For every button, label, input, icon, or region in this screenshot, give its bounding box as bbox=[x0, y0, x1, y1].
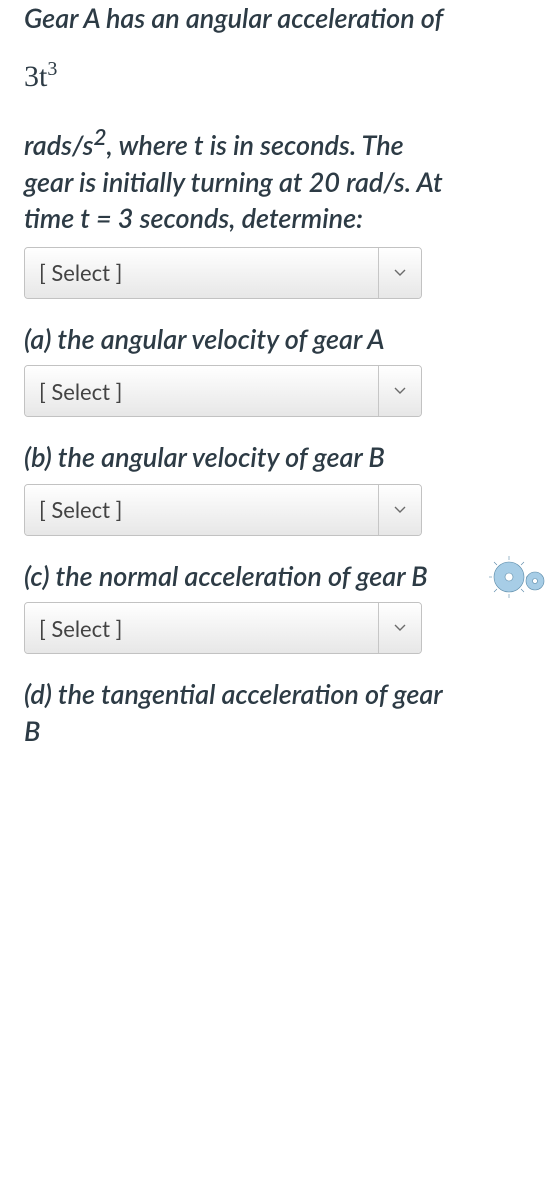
part-b-label: (b) the angular velocity of gear B bbox=[24, 439, 454, 475]
select-wrap-a: [ Select ] bbox=[24, 365, 454, 417]
select-placeholder-b: [ Select ] bbox=[25, 485, 379, 535]
select-wrap-c: [ Select ] bbox=[24, 602, 454, 654]
part-a-label: (a) the angular velocity of gear A bbox=[24, 321, 454, 357]
formula-exponent: 3 bbox=[47, 58, 57, 80]
select-dropdown-a[interactable]: [ Select ] bbox=[24, 365, 422, 417]
part-d-label: (d) the tangential acceleration of gear … bbox=[24, 676, 454, 749]
question-content: Gear A has an angular acceleration of 3t… bbox=[24, 0, 454, 749]
part-c-label: (c) the normal acceleration of gear B bbox=[24, 558, 454, 594]
chevron-down-icon bbox=[379, 603, 421, 653]
gear-diagram-icon bbox=[489, 554, 547, 600]
chevron-down-icon bbox=[379, 485, 421, 535]
formula-base: 3t bbox=[24, 60, 47, 93]
select-placeholder-a: [ Select ] bbox=[25, 366, 379, 416]
select-placeholder-c: [ Select ] bbox=[25, 603, 379, 653]
units-prefix: rads/s bbox=[24, 128, 93, 161]
chevron-down-icon bbox=[379, 366, 421, 416]
chevron-down-icon bbox=[379, 248, 421, 298]
select-placeholder-0: [ Select ] bbox=[25, 248, 379, 298]
select-dropdown-c[interactable]: [ Select ] bbox=[24, 602, 422, 654]
select-dropdown-b[interactable]: [ Select ] bbox=[24, 484, 422, 536]
problem-intro-2: rads/s2, where t is in seconds. The gear… bbox=[24, 122, 454, 236]
units-exponent: 2 bbox=[93, 123, 106, 150]
formula: 3t3 bbox=[24, 62, 454, 92]
problem-intro-1: Gear A has an angular acceleration of bbox=[24, 0, 454, 36]
select-wrap-0: [ Select ] bbox=[24, 247, 454, 299]
question-page: Gear A has an angular acceleration of 3t… bbox=[0, 0, 549, 1200]
select-dropdown-0[interactable]: [ Select ] bbox=[24, 247, 422, 299]
select-wrap-b: [ Select ] bbox=[24, 484, 454, 536]
